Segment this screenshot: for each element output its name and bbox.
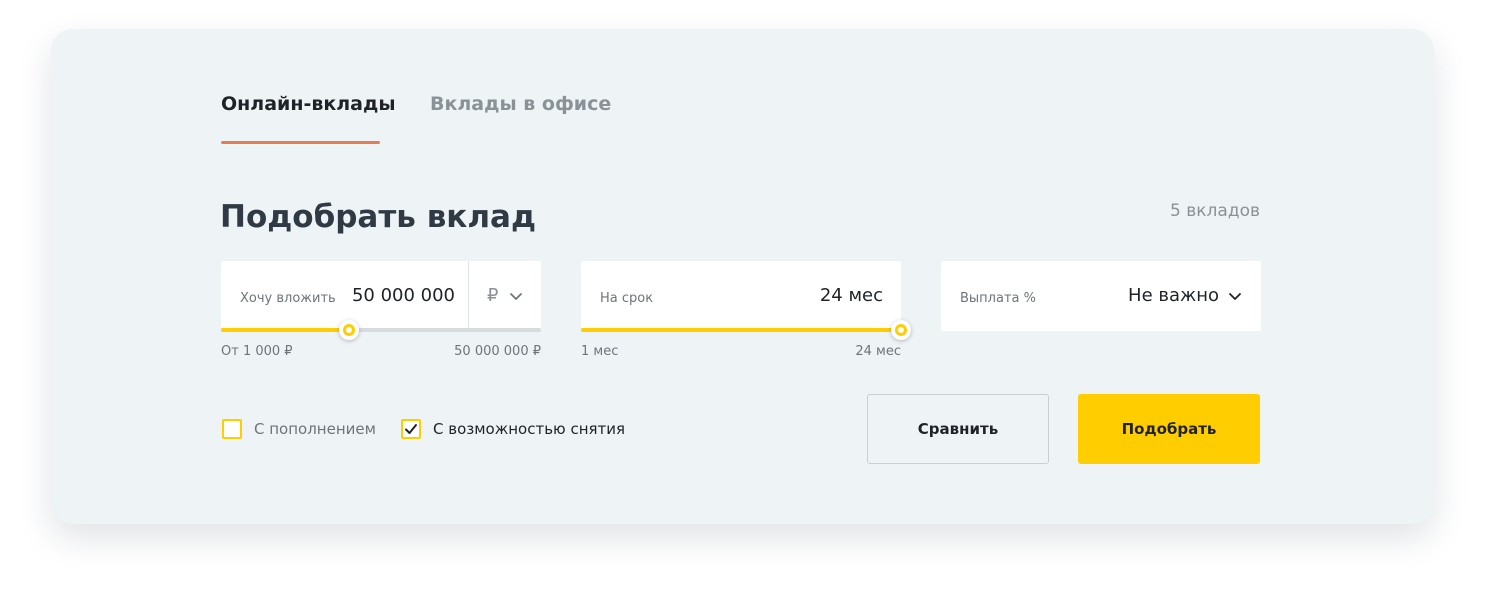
- payout-value: Не важно: [1128, 285, 1219, 306]
- compare-button[interactable]: Сравнить: [867, 394, 1049, 464]
- checkbox-withdrawal[interactable]: С возможностью снятия: [401, 419, 625, 439]
- term-min-label: 1 мес: [581, 344, 619, 359]
- checkbox-withdrawal-label: С возможностью снятия: [433, 420, 626, 438]
- term-slider-track[interactable]: [581, 320, 911, 340]
- tab-online-deposits[interactable]: Онлайн-вклады: [221, 93, 396, 115]
- amount-label: Хочу вложить: [240, 291, 336, 306]
- term-max-label: 24 мес: [855, 344, 901, 359]
- deposit-selector-card: Онлайн-вклады Вклады в офисе Подобрать в…: [51, 29, 1434, 524]
- amount-slider-track[interactable]: [221, 320, 541, 340]
- term-slider-handle[interactable]: [891, 320, 911, 340]
- chevron-down-icon: [510, 293, 522, 300]
- checkbox-withdrawal-box[interactable]: [401, 419, 421, 439]
- currency-value: ₽: [487, 285, 499, 306]
- checkbox-replenishment-box[interactable]: [222, 419, 242, 439]
- checkbox-replenishment[interactable]: С пополнением: [222, 419, 376, 439]
- amount-max-label: 50 000 000 ₽: [454, 344, 541, 359]
- currency-select[interactable]: ₽: [469, 261, 541, 331]
- term-label: На срок: [600, 291, 654, 306]
- term-slider-fill: [581, 328, 901, 332]
- payout-select[interactable]: Выплата % Не важно: [941, 261, 1261, 331]
- checkbox-replenishment-label: С пополнением: [254, 420, 376, 438]
- amount-slider-fill: [221, 328, 349, 332]
- tab-office-deposits[interactable]: Вклады в офисе: [430, 93, 611, 115]
- checkmark-icon: [405, 424, 417, 434]
- term-field: На срок 24 мес: [581, 261, 901, 331]
- amount-slider-handle[interactable]: [339, 320, 359, 340]
- amount-field: Хочу вложить 50 000 000 ₽: [221, 261, 541, 331]
- page-title: Подобрать вклад: [220, 199, 537, 235]
- chevron-down-icon: [1229, 293, 1241, 300]
- amount-input[interactable]: 50 000 000: [352, 285, 455, 306]
- active-tab-underline: [221, 141, 380, 144]
- payout-label: Выплата %: [960, 291, 1036, 306]
- amount-min-label: От 1 000 ₽: [221, 344, 293, 359]
- submit-button[interactable]: Подобрать: [1078, 394, 1260, 464]
- term-input[interactable]: 24 мес: [820, 285, 883, 306]
- results-count: 5 вкладов: [1170, 201, 1260, 221]
